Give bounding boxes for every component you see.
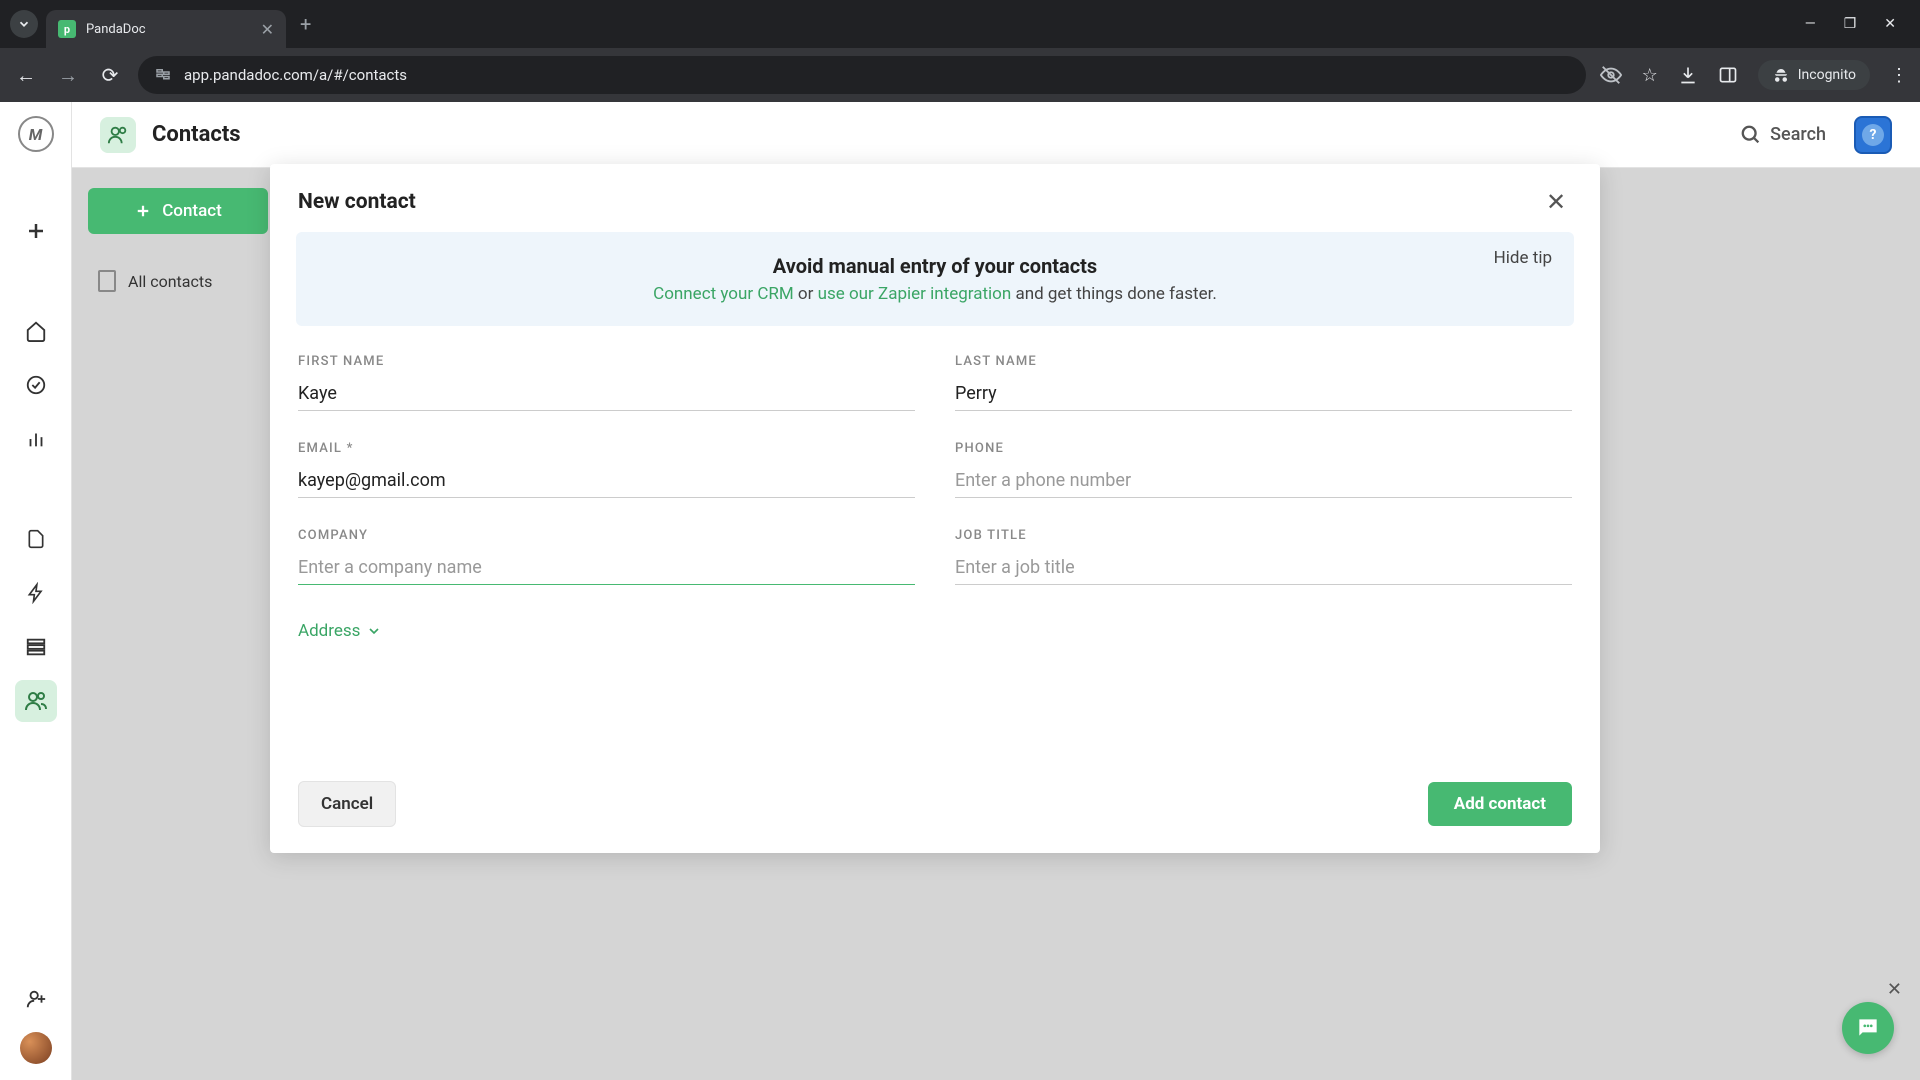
url-text: app.pandadoc.com/a/#/contacts bbox=[184, 66, 407, 84]
new-tab-button[interactable]: + bbox=[294, 12, 317, 36]
last-name-label: LAST NAME bbox=[955, 354, 1572, 369]
job-title-field: JOB TITLE bbox=[955, 528, 1572, 585]
search-button[interactable]: Search bbox=[1728, 118, 1838, 152]
first-name-label: FIRST NAME bbox=[298, 354, 915, 369]
email-label: EMAIL * bbox=[298, 441, 915, 456]
new-contact-label: Contact bbox=[162, 201, 222, 221]
rail-tasks-icon[interactable] bbox=[15, 364, 57, 406]
bookmark-star-icon[interactable]: ☆ bbox=[1642, 65, 1658, 86]
tab-title: PandaDoc bbox=[86, 22, 251, 37]
phone-label: PHONE bbox=[955, 441, 1572, 456]
all-contacts-label: All contacts bbox=[128, 272, 212, 291]
minimize-icon[interactable]: ― bbox=[1805, 16, 1816, 32]
modal-close-icon[interactable]: ✕ bbox=[1540, 186, 1572, 218]
downloads-icon[interactable] bbox=[1678, 65, 1698, 85]
rail-invite-icon[interactable] bbox=[15, 978, 57, 1020]
zapier-link[interactable]: use our Zapier integration bbox=[818, 284, 1012, 304]
rail-reports-icon[interactable] bbox=[15, 418, 57, 460]
first-name-input[interactable] bbox=[298, 377, 915, 411]
app-root: M bbox=[0, 102, 1920, 1080]
back-icon[interactable]: ← bbox=[12, 63, 40, 88]
rail-contacts-icon[interactable] bbox=[15, 680, 57, 722]
document-icon bbox=[98, 270, 116, 292]
chevron-down-icon bbox=[366, 623, 382, 639]
chat-fab[interactable] bbox=[1842, 1002, 1894, 1054]
site-settings-icon[interactable] bbox=[154, 66, 172, 84]
tab-favicon: p bbox=[58, 20, 76, 38]
cancel-button[interactable]: Cancel bbox=[298, 781, 396, 827]
close-window-icon[interactable]: ✕ bbox=[1884, 16, 1896, 32]
reload-icon[interactable]: ⟳ bbox=[96, 63, 124, 87]
side-panel-icon[interactable] bbox=[1718, 65, 1738, 85]
tip-title: Avoid manual entry of your contacts bbox=[320, 254, 1550, 278]
rail-catalog-icon[interactable] bbox=[15, 626, 57, 668]
url-field[interactable]: app.pandadoc.com/a/#/contacts bbox=[138, 56, 1586, 94]
rail-automation-icon[interactable] bbox=[15, 572, 57, 614]
window-controls: ― ❐ ✕ bbox=[1805, 16, 1910, 32]
job-title-input[interactable] bbox=[955, 551, 1572, 585]
new-contact-button[interactable]: Contact bbox=[88, 188, 268, 234]
tab-close-icon[interactable]: ✕ bbox=[261, 20, 274, 39]
rail-home-icon[interactable] bbox=[15, 310, 57, 352]
search-label: Search bbox=[1770, 124, 1826, 145]
rail-avatar[interactable] bbox=[20, 1032, 52, 1064]
tab-strip: p PandaDoc ✕ + ― ❐ ✕ bbox=[0, 0, 1920, 48]
incognito-badge[interactable]: Incognito bbox=[1758, 60, 1870, 90]
chat-dismiss-icon[interactable]: ✕ bbox=[1887, 979, 1902, 1000]
connect-crm-link[interactable]: Connect your CRM bbox=[653, 284, 794, 304]
contacts-side-column: Contact All contacts bbox=[88, 188, 268, 292]
contacts-page-icon bbox=[100, 117, 136, 153]
page-header: Contacts Search ? bbox=[72, 102, 1920, 168]
add-contact-button[interactable]: Add contact bbox=[1428, 782, 1572, 826]
last-name-input[interactable] bbox=[955, 377, 1572, 411]
email-field: EMAIL * bbox=[298, 441, 915, 498]
company-input[interactable] bbox=[298, 551, 915, 585]
rail-create-icon[interactable] bbox=[15, 210, 57, 252]
forward-icon[interactable]: → bbox=[54, 63, 82, 88]
modal-footer: Cancel Add contact bbox=[270, 781, 1600, 827]
browser-tab[interactable]: p PandaDoc ✕ bbox=[46, 10, 286, 48]
tab-search-button[interactable] bbox=[10, 10, 38, 38]
browser-chrome: p PandaDoc ✕ + ― ❐ ✕ ← → ⟳ app.pandadoc.… bbox=[0, 0, 1920, 102]
email-input[interactable] bbox=[298, 464, 915, 498]
address-label: Address bbox=[298, 621, 360, 641]
last-name-field: LAST NAME bbox=[955, 354, 1572, 411]
hide-tip-button[interactable]: Hide tip bbox=[1494, 248, 1552, 268]
company-field: COMPANY bbox=[298, 528, 915, 585]
eye-off-icon[interactable] bbox=[1600, 64, 1622, 86]
help-button[interactable]: ? bbox=[1854, 116, 1892, 154]
tip-box: Hide tip Avoid manual entry of your cont… bbox=[296, 232, 1574, 326]
company-label: COMPANY bbox=[298, 528, 915, 543]
phone-field: PHONE bbox=[955, 441, 1572, 498]
phone-input[interactable] bbox=[955, 464, 1572, 498]
contact-form: FIRST NAME LAST NAME EMAIL * PHONE COMPA… bbox=[270, 344, 1600, 641]
maximize-icon[interactable]: ❐ bbox=[1844, 16, 1857, 32]
all-contacts-item[interactable]: All contacts bbox=[88, 270, 268, 292]
job-title-label: JOB TITLE bbox=[955, 528, 1572, 543]
modal-title: New contact bbox=[298, 190, 416, 214]
page-title: Contacts bbox=[152, 122, 241, 147]
left-rail: M bbox=[0, 102, 72, 1080]
tip-body: Connect your CRM or use our Zapier integ… bbox=[320, 284, 1550, 304]
incognito-label: Incognito bbox=[1798, 67, 1856, 83]
kebab-menu-icon[interactable]: ⋮ bbox=[1890, 65, 1908, 86]
rail-documents-icon[interactable] bbox=[15, 518, 57, 560]
workspace-logo[interactable]: M bbox=[18, 116, 54, 152]
new-contact-modal: New contact ✕ Hide tip Avoid manual entr… bbox=[270, 164, 1600, 853]
address-toggle[interactable]: Address bbox=[298, 621, 1572, 641]
address-bar: ← → ⟳ app.pandadoc.com/a/#/contacts ☆ In… bbox=[0, 48, 1920, 102]
first-name-field: FIRST NAME bbox=[298, 354, 915, 411]
